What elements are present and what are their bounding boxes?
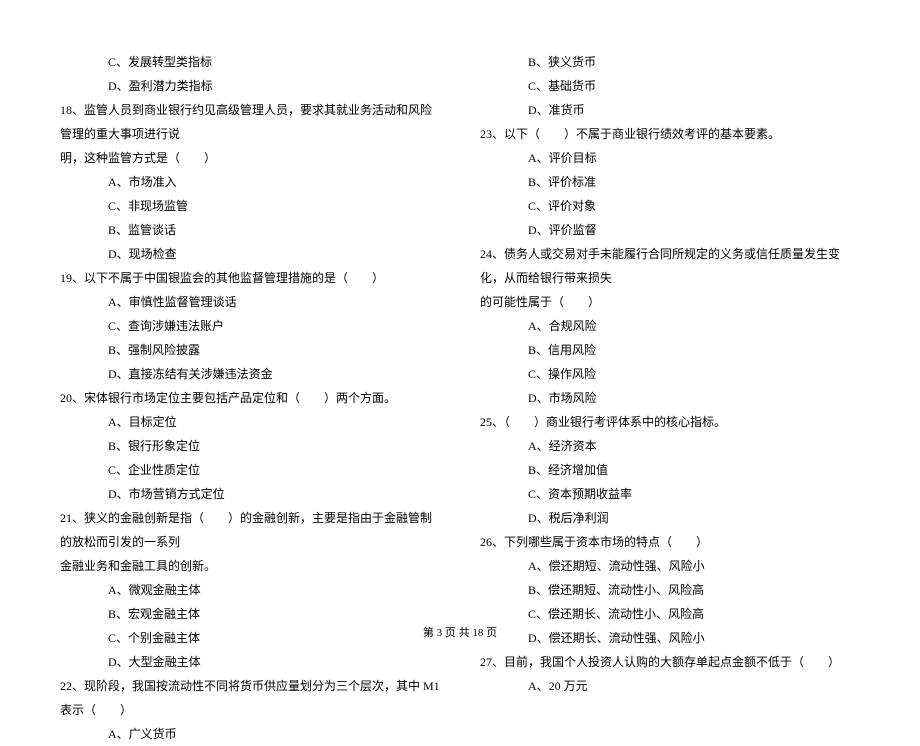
option-item: D、评价监督 <box>480 218 860 242</box>
question-20: 20、宋体银行市场定位主要包括产品定位和（ ）两个方面。 <box>60 386 440 410</box>
option-item: C、企业性质定位 <box>60 458 440 482</box>
question-18: 18、监管人员到商业银行约见高级管理人员，要求其就业务活动和风险管理的重大事项进… <box>60 98 440 146</box>
option-item: C、资本预期收益率 <box>480 482 860 506</box>
option-item: C、基础货币 <box>480 74 860 98</box>
option-item: B、强制风险披露 <box>60 338 440 362</box>
question-23: 23、以下（ ）不属于商业银行绩效考评的基本要素。 <box>480 122 860 146</box>
option-item: C、查询涉嫌违法账户 <box>60 314 440 338</box>
question-21: 21、狭义的金融创新是指（ ）的金融创新，主要是指由于金融管制的放松而引发的一系… <box>60 506 440 554</box>
question-27: 27、目前，我国个人投资人认购的大额存单起点金额不低于（ ） <box>480 650 860 674</box>
question-24-cont: 的可能性属于（ ） <box>480 290 860 314</box>
page-footer: 第 3 页 共 18 页 <box>0 624 920 640</box>
option-item: C、发展转型类指标 <box>60 50 440 74</box>
option-item: A、合规风险 <box>480 314 860 338</box>
option-item: C、偿还期长、流动性小、风险高 <box>480 602 860 626</box>
option-item: B、狭义货币 <box>480 50 860 74</box>
option-item: A、评价目标 <box>480 146 860 170</box>
option-item: D、现场检查 <box>60 242 440 266</box>
option-item: D、直接冻结有关涉嫌违法资金 <box>60 362 440 386</box>
option-item: B、银行形象定位 <box>60 434 440 458</box>
option-item: C、操作风险 <box>480 362 860 386</box>
question-22: 22、现阶段，我国按流动性不同将货币供应量划分为三个层次，其中 M1 表示（ ） <box>60 674 440 722</box>
option-item: D、准货币 <box>480 98 860 122</box>
option-item: D、盈利潜力类指标 <box>60 74 440 98</box>
question-18-cont: 明，这种监管方式是（ ） <box>60 146 440 170</box>
option-item: B、监管谈话 <box>60 218 440 242</box>
option-item: D、市场营销方式定位 <box>60 482 440 506</box>
option-item: B、偿还期短、流动性小、风险高 <box>480 578 860 602</box>
question-21-cont: 金融业务和金融工具的创新。 <box>60 554 440 578</box>
option-item: C、非现场监管 <box>60 194 440 218</box>
option-item: C、评价对象 <box>480 194 860 218</box>
question-19: 19、以下不属于中国银监会的其他监督管理措施的是（ ） <box>60 266 440 290</box>
question-26: 26、下列哪些属于资本市场的特点（ ） <box>480 530 860 554</box>
column-left: C、发展转型类指标 D、盈利潜力类指标 18、监管人员到商业银行约见高级管理人员… <box>60 50 440 590</box>
option-item: D、税后净利润 <box>480 506 860 530</box>
option-item: A、广义货币 <box>60 722 440 746</box>
option-item: A、目标定位 <box>60 410 440 434</box>
column-right: B、狭义货币 C、基础货币 D、准货币 23、以下（ ）不属于商业银行绩效考评的… <box>480 50 860 590</box>
option-item: B、经济增加值 <box>480 458 860 482</box>
option-item: A、微观金融主体 <box>60 578 440 602</box>
option-item: A、审慎性监督管理谈话 <box>60 290 440 314</box>
option-item: D、市场风险 <box>480 386 860 410</box>
question-25: 25、（ ）商业银行考评体系中的核心指标。 <box>480 410 860 434</box>
option-item: A、经济资本 <box>480 434 860 458</box>
option-item: A、市场准入 <box>60 170 440 194</box>
option-item: D、大型金融主体 <box>60 650 440 674</box>
option-item: B、信用风险 <box>480 338 860 362</box>
question-24: 24、债务人或交易对手未能履行合同所规定的义务或信任质量发生变化，从而给银行带来… <box>480 242 860 290</box>
option-item: A、偿还期短、流动性强、风险小 <box>480 554 860 578</box>
option-item: A、20 万元 <box>480 674 860 698</box>
option-item: B、宏观金融主体 <box>60 602 440 626</box>
option-item: B、评价标准 <box>480 170 860 194</box>
